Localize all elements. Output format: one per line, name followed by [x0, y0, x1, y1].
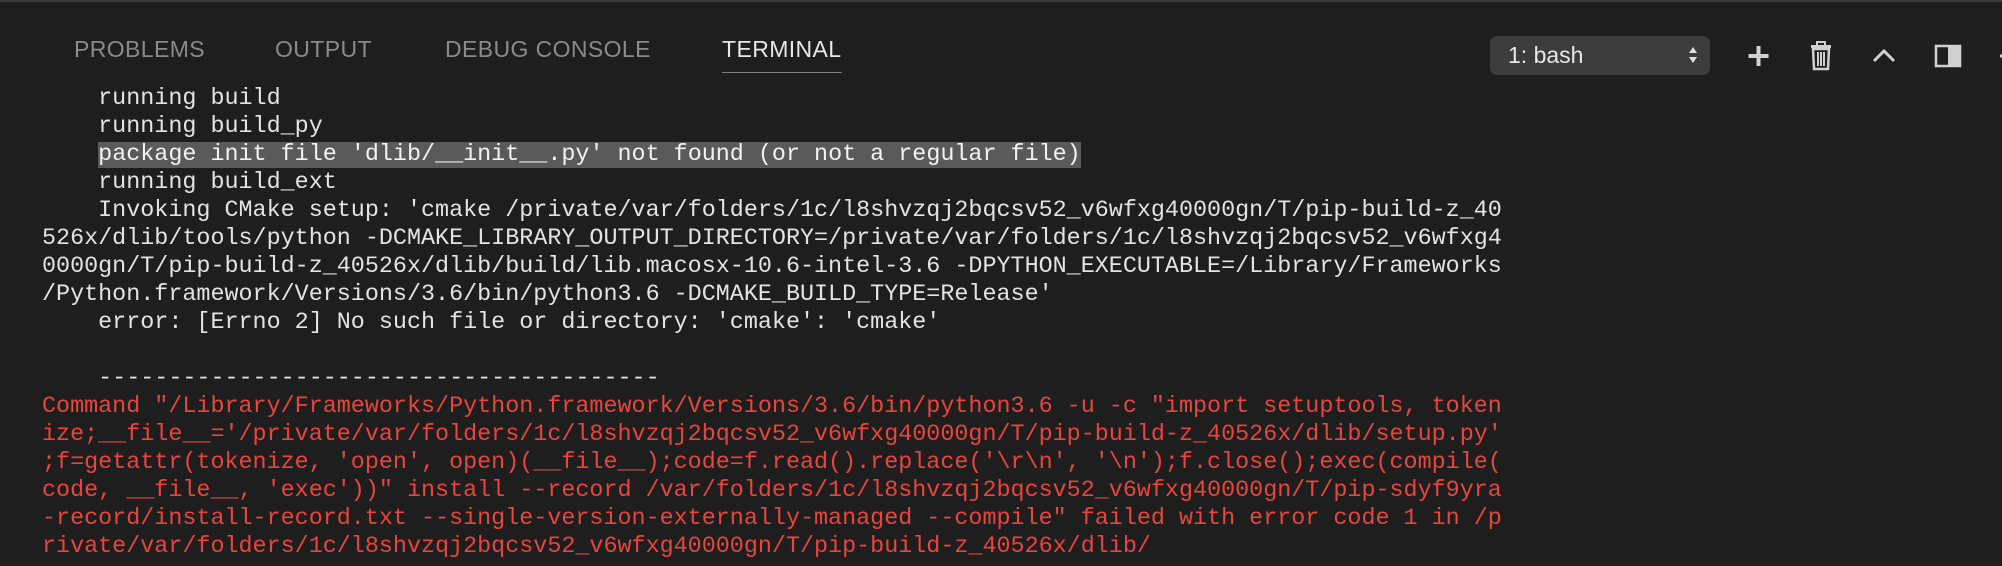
terminal-output[interactable]: running build running build_py package i…	[42, 85, 1502, 561]
terminal-line: error: [Errno 2] No such file or directo…	[42, 310, 941, 336]
chevron-up-icon[interactable]	[1866, 38, 1902, 74]
terminal-indent	[42, 142, 98, 168]
more-icon[interactable]	[1994, 38, 2002, 74]
active-tab-indicator	[722, 72, 842, 73]
terminal-line: running build_py	[42, 114, 323, 140]
terminal-line: Invoking CMake setup: 'cmake /private/va…	[42, 198, 1502, 224]
terminal-error-line: ize;__file__='/private/var/folders/1c/l8…	[42, 422, 1502, 448]
terminal-error-line: -record/install-record.txt --single-vers…	[42, 506, 1502, 532]
tab-debug-console[interactable]: DEBUG CONSOLE	[445, 36, 651, 63]
tab-output[interactable]: OUTPUT	[275, 36, 372, 63]
panel-tabs: PROBLEMS OUTPUT DEBUG CONSOLE TERMINAL	[0, 0, 1400, 84]
tab-terminal[interactable]: TERMINAL	[722, 36, 842, 63]
terminal-error-line: ;f=getattr(tokenize, 'open', open)(__fil…	[42, 450, 1502, 476]
terminal-error-line: code, __file__, 'exec'))" install --reco…	[42, 478, 1502, 504]
terminal-panel: PROBLEMS OUTPUT DEBUG CONSOLE TERMINAL 1…	[0, 0, 2002, 566]
terminal-line: 0000gn/T/pip-build-z_40526x/dlib/build/l…	[42, 254, 1502, 280]
terminal-line: package init file 'dlib/__init__.py' not…	[42, 141, 1502, 169]
terminal-line: /Python.framework/Versions/3.6/bin/pytho…	[42, 282, 1053, 308]
terminal-selected-text: package init file 'dlib/__init__.py' not…	[98, 142, 1081, 168]
terminal-error-line: rivate/var/folders/1c/l8shvzqj2bqcsv52_v…	[42, 534, 1151, 560]
terminal-line: running build	[42, 86, 281, 112]
terminal-line: running build_ext	[42, 170, 337, 196]
terminal-line: ----------------------------------------	[42, 366, 660, 392]
plus-icon[interactable]	[1740, 38, 1776, 74]
trash-icon[interactable]	[1803, 38, 1839, 74]
terminal-select-value: 1: bash	[1508, 42, 1584, 68]
tab-problems[interactable]: PROBLEMS	[74, 36, 205, 63]
terminal-error-line: Command "/Library/Frameworks/Python.fram…	[42, 394, 1502, 420]
split-panel-icon[interactable]	[1930, 38, 1966, 74]
terminal-line: 526x/dlib/tools/python -DCMAKE_LIBRARY_O…	[42, 226, 1502, 252]
terminal-instance-select[interactable]: 1: bash	[1490, 36, 1710, 75]
select-arrows-icon	[1689, 47, 1697, 63]
